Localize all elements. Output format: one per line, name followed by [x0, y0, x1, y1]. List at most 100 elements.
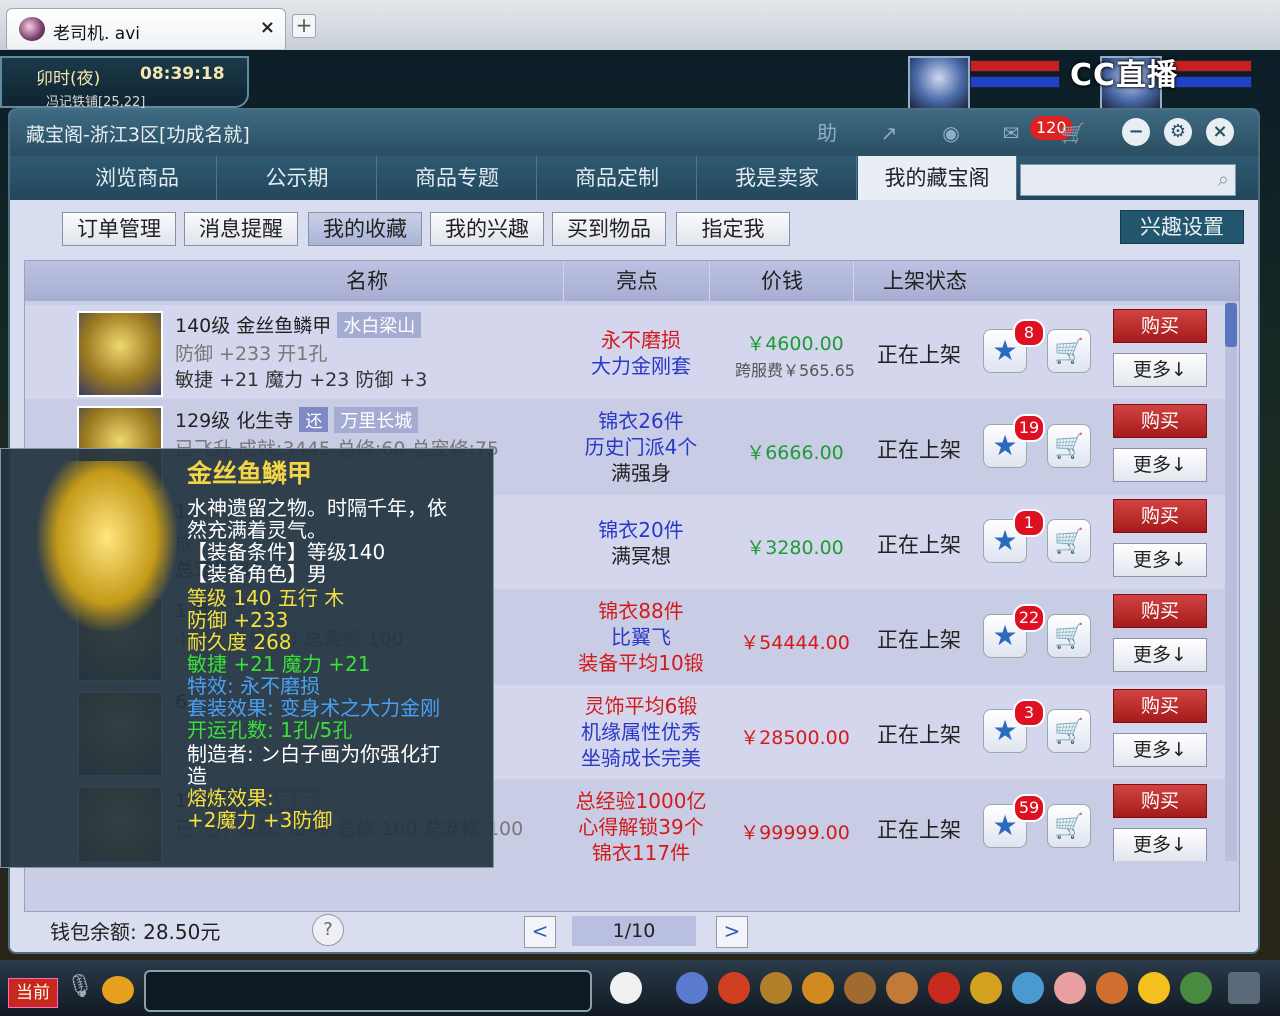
chat-input[interactable]	[144, 970, 592, 1012]
tab-browse[interactable]: 浏览商品	[58, 156, 217, 200]
monitor-icon[interactable]	[1228, 972, 1260, 1004]
search-icon[interactable]: ⌕	[1218, 167, 1229, 191]
bag-icon[interactable]	[718, 972, 750, 1004]
buy-button[interactable]: 购买	[1113, 309, 1207, 343]
skill-icon[interactable]	[802, 972, 834, 1004]
more-button[interactable]: 更多↓	[1113, 448, 1207, 482]
chat-bubble-icon[interactable]	[102, 976, 134, 1004]
subtab-orders[interactable]: 订单管理	[62, 212, 176, 246]
help-icon[interactable]: 助	[810, 118, 844, 148]
tooltip-desc-1: 水神遗留之物。时隔千年，依	[187, 496, 447, 520]
table-header: 名称 亮点 价钱 上架状态	[25, 261, 1239, 301]
buy-button[interactable]: 购买	[1113, 404, 1207, 438]
add-to-cart-icon[interactable]: 🛒	[1047, 424, 1091, 468]
buy-button[interactable]: 购买	[1113, 784, 1207, 818]
map-icon[interactable]	[1012, 972, 1044, 1004]
tab-topics[interactable]: 商品专题	[378, 156, 537, 200]
add-to-cart-icon[interactable]: 🛒	[1047, 709, 1091, 753]
item-thumbnail-icon[interactable]	[77, 311, 163, 397]
help-button[interactable]: ?	[312, 914, 344, 946]
player-portrait-icon[interactable]	[908, 56, 970, 110]
share-icon[interactable]: ↗	[872, 118, 906, 148]
listing-status: 正在上架	[877, 438, 961, 462]
item-highlights: 灵饰平均6锻 机缘属性优秀 坐骑成长完美	[565, 693, 717, 771]
cart-icon[interactable]: 🛒	[1056, 118, 1090, 148]
next-page-button[interactable]: >	[716, 916, 748, 948]
more-button[interactable]: 更多↓	[1113, 733, 1207, 767]
tooltip-maker: 制造者: ン白子画为你强化打	[187, 742, 441, 766]
item-price: ￥54444.00	[740, 632, 850, 654]
dialog-title-bar: 藏宝阁-浙江3区[功成名就] 助 ↗ ◉ ✉ 120 🛒 − ⚙ ×	[10, 110, 1258, 156]
browser-tab-title: 老司机. avi	[53, 24, 141, 44]
tab-my-pavilion[interactable]: 我的藏宝阁	[858, 156, 1017, 200]
wallet-balance: 钱包余额: 28.50元	[50, 920, 221, 944]
stream-logo: CC直播	[1070, 58, 1179, 93]
listing-status: 正在上架	[877, 343, 961, 367]
minimize-icon[interactable]: −	[1122, 118, 1150, 146]
item-detail-line-2: 防御 +233 开1孔	[175, 343, 328, 365]
microphone-icon[interactable]: 🎙	[66, 974, 94, 1006]
favorite-count-badge: 8	[1013, 319, 1045, 347]
add-to-cart-icon[interactable]: 🛒	[1047, 519, 1091, 563]
scrollbar-thumb[interactable]	[1225, 303, 1237, 347]
add-to-cart-icon[interactable]: 🛒	[1047, 329, 1091, 373]
more-button[interactable]: 更多↓	[1113, 543, 1207, 577]
panda-icon[interactable]	[610, 972, 642, 1004]
tooltip-desc-2: 然充满着灵气。	[187, 518, 327, 542]
buy-button[interactable]: 购买	[1113, 499, 1207, 533]
system-icon[interactable]	[1180, 972, 1212, 1004]
browser-tab[interactable]: 老司机. avi ×	[6, 8, 286, 49]
help-ball-icon[interactable]	[1096, 972, 1128, 1004]
tooltip-smelt: 熔炼效果:	[187, 786, 274, 810]
more-button[interactable]: 更多↓	[1113, 353, 1207, 387]
settings-icon[interactable]: ⚙	[1164, 118, 1192, 146]
favorite-count-badge: 1	[1013, 509, 1045, 537]
table-row[interactable]: 140级 金丝鱼鳞甲 水白梁山 防御 +233 开1孔 敏捷 +21 魔力 +23 防…	[25, 305, 1225, 399]
tab-seller[interactable]: 我是卖家	[698, 156, 857, 200]
tab-custom[interactable]: 商品定制	[538, 156, 697, 200]
weapon-icon[interactable]	[676, 972, 708, 1004]
highlight-text: 装备平均10锻	[578, 651, 704, 675]
subtab-purchased[interactable]: 买到物品	[552, 212, 666, 246]
game-clock: 08:39:18	[140, 64, 225, 84]
task-icon[interactable]	[844, 972, 876, 1004]
highlight-text: 满冥想	[611, 544, 671, 568]
chat-icon[interactable]: ✉	[994, 118, 1028, 148]
close-tab-icon[interactable]: ×	[260, 17, 275, 38]
bell-icon[interactable]	[970, 972, 1002, 1004]
item-title-line: 140级 金丝鱼鳞甲 水白梁山	[175, 311, 422, 338]
listing-status: 正在上架	[877, 628, 961, 652]
smiley-icon[interactable]	[1138, 972, 1170, 1004]
buy-button[interactable]: 购买	[1113, 689, 1207, 723]
channel-current-button[interactable]: 当前	[8, 978, 58, 1008]
scrollbar[interactable]	[1225, 301, 1237, 861]
col-price: 价钱	[711, 261, 854, 301]
highlight-text: 锦衣26件	[598, 409, 684, 433]
record-icon[interactable]: ◉	[934, 118, 968, 148]
armor-image-icon	[37, 461, 177, 631]
add-to-cart-icon[interactable]: 🛒	[1047, 804, 1091, 848]
favorite-count-badge: 22	[1013, 604, 1045, 632]
tooltip-durability: 耐久度 268	[187, 630, 292, 654]
subtab-favorites[interactable]: 我的收藏	[308, 212, 422, 246]
team-icon[interactable]	[760, 972, 792, 1004]
buy-button[interactable]: 购买	[1113, 594, 1207, 628]
more-button[interactable]: 更多↓	[1113, 638, 1207, 672]
search-input[interactable]: ⌕	[1020, 164, 1236, 196]
peach-icon[interactable]	[1054, 972, 1086, 1004]
add-to-cart-icon[interactable]: 🛒	[1047, 614, 1091, 658]
subtab-interests[interactable]: 我的兴趣	[430, 212, 544, 246]
prev-page-button[interactable]: <	[524, 916, 556, 948]
subtab-assigned[interactable]: 指定我	[676, 212, 790, 246]
close-icon[interactable]: ×	[1206, 118, 1234, 146]
friends-icon[interactable]	[886, 972, 918, 1004]
interest-settings-button[interactable]: 兴趣设置	[1120, 210, 1244, 244]
item-price: ￥4600.00	[746, 333, 844, 355]
gift-icon[interactable]	[928, 972, 960, 1004]
more-button[interactable]: 更多↓	[1113, 828, 1207, 861]
tab-publicity[interactable]: 公示期	[218, 156, 377, 200]
col-highlight: 亮点	[565, 261, 710, 301]
item-price: ￥99999.00	[740, 822, 850, 844]
subtab-messages[interactable]: 消息提醒	[184, 212, 298, 246]
new-tab-button[interactable]: +	[292, 14, 316, 38]
